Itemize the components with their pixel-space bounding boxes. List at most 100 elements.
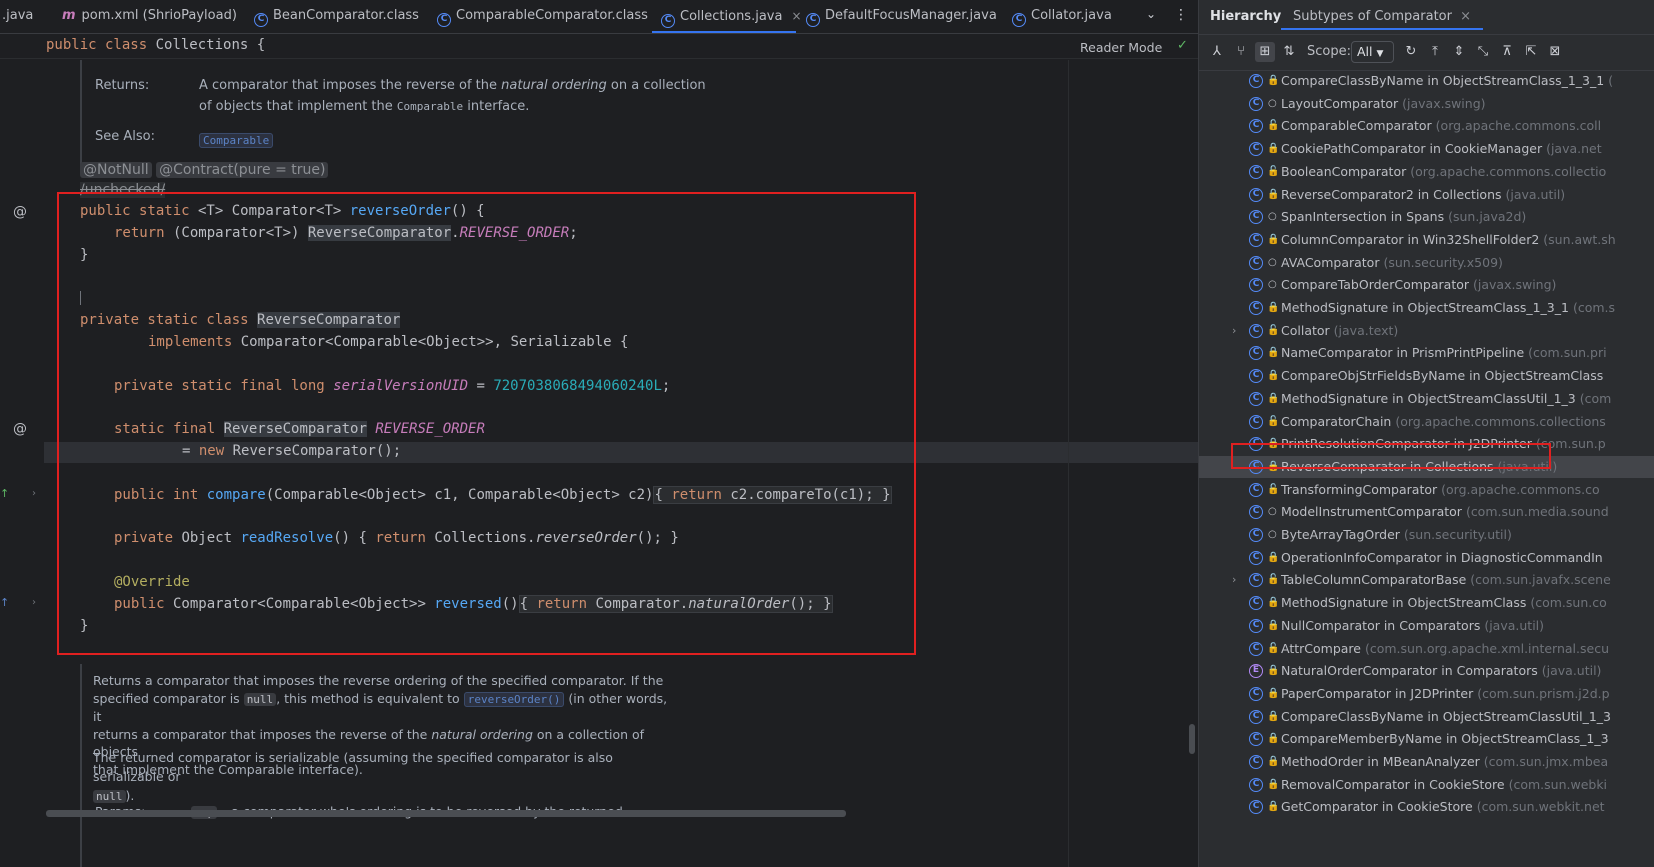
fold-arrow-icon[interactable]: › (32, 597, 36, 608)
class-icon: C (1249, 74, 1263, 88)
hierarchy-item[interactable]: C 🔒 CompareClassByName in ObjectStreamClas… (1199, 706, 1654, 728)
tab-defaultfocusmanager[interactable]: C DefaultFocusManager.java (806, 0, 1002, 33)
hierarchy-item[interactable]: C 🔒 MethodSignature in ObjectStreamClassUt… (1199, 388, 1654, 410)
hierarchy-item[interactable]: C 🔓 AttrCompare (com.sun.org.apache.xml.in… (1199, 638, 1654, 660)
private-lock-icon: 🔒 (1267, 801, 1280, 813)
hierarchy-item[interactable]: C 🔒 ColumnComparator in Win32ShellFolder2 … (1199, 229, 1654, 251)
hierarchy-item[interactable]: E 🔒 NaturalOrderComparator in Comparators … (1199, 660, 1654, 682)
hierarchy-item[interactable]: C 🔒 PaperComparator in J2DPrinter (com.sun… (1199, 683, 1654, 705)
tab-collections-java[interactable]: C Collections.java × (652, 0, 802, 33)
hierarchy-item[interactable]: C 🔒 NameComparator in PrismPrintPipeline (… (1199, 342, 1654, 364)
at-annotation-icon[interactable]: @ (13, 204, 27, 220)
hierarchy-item[interactable]: C 🔒 OperationInfoComparator in DiagnosticC… (1199, 547, 1654, 569)
at-annotation-icon[interactable]: @ (13, 421, 27, 437)
fold-arrow-icon[interactable]: › (32, 488, 36, 499)
hierarchy-item[interactable]: › C 🔓 TableColumnComparatorBase (com.sun.ja… (1199, 569, 1654, 591)
hierarchy-item[interactable]: C 🔒 MethodSignature in ObjectStreamClass (… (1199, 592, 1654, 614)
item-package: (org.apache.commons.coll (1435, 118, 1602, 134)
hierarchy-title[interactable]: Hierarchy (1210, 9, 1281, 24)
pin-icon[interactable]: ⤒ (1425, 42, 1445, 62)
tab-beancomparator[interactable]: C BeanComparator.class (254, 0, 434, 33)
hierarchy-item[interactable]: C 🔒 RemovalComparator in CookieStore (com.… (1199, 774, 1654, 796)
hierarchy-item[interactable]: C 🔒 GetComparator in CookieStore (com.sun.… (1199, 796, 1654, 818)
hierarchy-item[interactable]: C ○ ModelInstrumentComparator (com.sun.med… (1199, 501, 1654, 523)
private-lock-icon: 🔒 (1267, 551, 1280, 563)
doc-returns-text-2: of objects that implement the Comparable… (199, 99, 530, 114)
doc-returns-label: Returns: (95, 78, 150, 93)
class-icon: C (1249, 414, 1263, 429)
autoscroll-icon[interactable]: ⊼ (1497, 42, 1517, 62)
hierarchy-item[interactable]: C 🔒 MethodOrder in MBeanAnalyzer (com.sun.… (1199, 751, 1654, 773)
package-private-icon: ○ (1268, 279, 1277, 291)
tab-subtypes-of-comparator[interactable]: Subtypes of Comparator × (1281, 4, 1484, 30)
item-package: (com.sun.jmx.mbea (1483, 754, 1609, 769)
hierarchy-item[interactable]: C 🔓 ComparableComparator (org.apache.commo… (1199, 115, 1654, 137)
reverse-order-link[interactable]: reverseOrder() (463, 691, 565, 707)
subtype-hierarchy-icon[interactable]: ⊞ (1255, 42, 1275, 62)
hierarchy-item[interactable]: C 🔒 CompareObjStrFieldsByName in ObjectStr… (1199, 365, 1654, 387)
class-icon: C (1249, 96, 1263, 111)
hierarchy-item[interactable]: C ○ CompareTabOrderComparator (javax.swing… (1199, 274, 1654, 296)
class-icon: C (1249, 119, 1263, 134)
close-icon[interactable]: × (1460, 9, 1471, 24)
item-package: (com.sun.prism.j2d.p (1477, 685, 1610, 701)
close-panel-icon[interactable]: ⊠ (1545, 42, 1565, 62)
item-package: (com.s (1572, 300, 1616, 315)
scope-dropdown[interactable]: All ▼ (1351, 41, 1394, 63)
checkmark-icon: ✓ (1177, 38, 1188, 53)
hierarchy-item[interactable]: C 🔓 ComparatorChain (org.apache.commons.co… (1199, 411, 1654, 433)
tab-collator[interactable]: C Collator.java (1012, 0, 1134, 33)
tab-label: BeanComparator.class (273, 8, 419, 23)
sticky-class-declaration[interactable]: public class Collections { (46, 37, 265, 53)
hierarchy-item[interactable]: C 🔓 TransformingComparator (org.apache.com… (1199, 479, 1654, 501)
hierarchy-item[interactable]: C 🔒 ReverseComparator2 in Collections (jav… (1199, 184, 1654, 206)
tab-comparablecomparator[interactable]: C ComparableComparator.class (437, 0, 648, 33)
item-package: (org.apache.commons.collectio (1410, 163, 1607, 179)
code-editor[interactable]: Returns: A comparator that imposes the r… (44, 60, 1198, 867)
class-icon: C (1249, 232, 1263, 247)
implements-method-icon[interactable]: ↑ (0, 487, 9, 500)
public-icon: 🔓 (1267, 483, 1280, 495)
hierarchy-item[interactable]: C ○ AVAComparator (sun.security.x509) (1199, 252, 1654, 274)
horizontal-scrollbar[interactable] (46, 810, 846, 817)
hierarchy-item[interactable]: C 🔒 CookiePathComparator in CookieManager … (1199, 138, 1654, 160)
open-in-window-icon[interactable]: ⇱ (1521, 42, 1541, 62)
tab-pom-xml[interactable]: m pom.xml (ShrioPayload) (62, 0, 244, 33)
more-options-icon[interactable]: ⋮ (1174, 7, 1188, 23)
hierarchy-item[interactable]: C ○ ByteArrayTagOrder (sun.security.util) (1199, 524, 1654, 546)
supertype-hierarchy-icon[interactable]: ⅄ (1207, 42, 1227, 62)
vertical-scrollbar[interactable] (1189, 724, 1195, 754)
private-lock-icon: 🔒 (1267, 233, 1280, 245)
chevron-down-icon[interactable]: ⌄ (1146, 7, 1156, 21)
refresh-icon[interactable]: ↻ (1401, 42, 1421, 62)
item-name: ColumnComparator in Win32ShellFolder2 (1281, 231, 1540, 247)
see-also-link[interactable]: Comparable (199, 129, 274, 148)
hierarchy-item[interactable]: C 🔓 BooleanComparator (org.apache.commons.… (1199, 161, 1654, 183)
hierarchy-item[interactable]: C 🔒 CompareMemberByName in ObjectStreamCla… (1199, 728, 1654, 750)
hierarchy-item[interactable]: C 🔒 CompareClassByName in ObjectStreamClas… (1199, 70, 1654, 92)
public-icon: 🔓 (1267, 642, 1280, 654)
item-name: ByteArrayTagOrder (1281, 527, 1400, 542)
public-icon: 🔓 (1267, 120, 1280, 132)
item-package: (com.sun.javafx.scene (1470, 572, 1611, 588)
sort-alphabetically-icon[interactable]: ⇅ (1279, 42, 1299, 62)
collapse-all-icon[interactable]: ⤡ (1473, 42, 1493, 62)
tab-java-fragment[interactable]: .java (2, 0, 52, 33)
hierarchy-item[interactable]: C 🔒 MethodSignature in ObjectStreamClass_1… (1199, 297, 1654, 319)
reader-mode-button[interactable]: Reader Mode (1080, 40, 1162, 55)
hierarchy-item[interactable]: › C 🔓 Collator (java.text) (1199, 320, 1654, 342)
item-name: LayoutComparator (1281, 95, 1399, 111)
hierarchy-tree: C 🔒 CompareClassByName in ObjectStreamClas… (1199, 70, 1654, 867)
expand-arrow-icon[interactable]: › (1232, 320, 1236, 342)
hierarchy-item[interactable]: C ○ SpanIntersection in Spans (sun.java2d) (1199, 206, 1654, 228)
hierarchy-item[interactable]: C ○ LayoutComparator (javax.swing) (1199, 93, 1654, 115)
item-package: (org.apache.commons.co (1441, 481, 1600, 497)
close-icon[interactable]: × (791, 9, 801, 23)
hierarchy-item[interactable]: C 🔒 NullComparator in Comparators (java.ut… (1199, 615, 1654, 637)
item-package: (java.util) (1541, 663, 1602, 679)
expand-all-icon[interactable]: ⇕ (1449, 42, 1469, 62)
class-icon: C (1249, 301, 1263, 315)
type-hierarchy-icon[interactable]: ⑂ (1231, 42, 1251, 62)
expand-arrow-icon[interactable]: › (1232, 569, 1236, 591)
overrides-method-icon[interactable]: ↑ (0, 596, 9, 609)
